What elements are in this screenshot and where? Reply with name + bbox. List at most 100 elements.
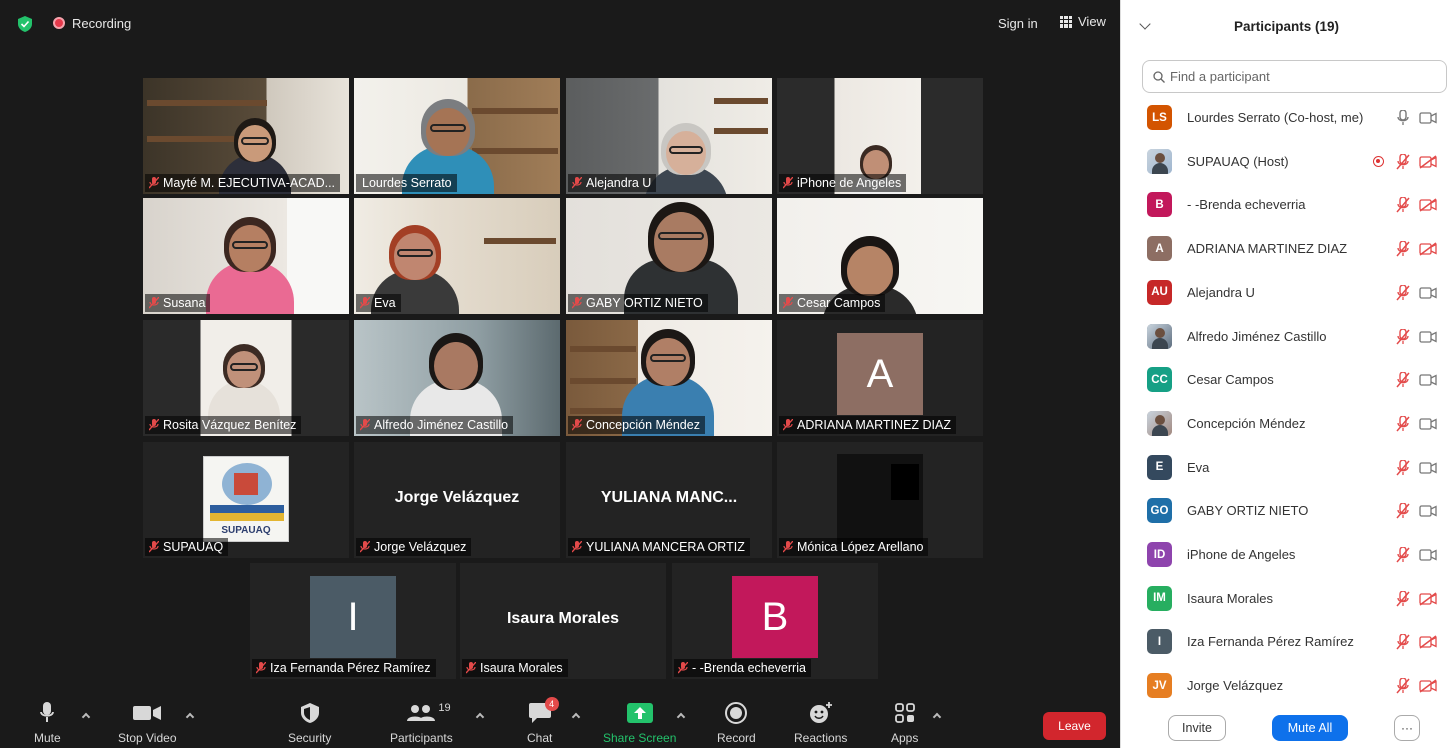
video-off-icon[interactable]	[1419, 635, 1437, 649]
participant-row[interactable]: Concepción Méndez	[1121, 402, 1452, 446]
participant-avatar: ID	[1147, 542, 1172, 567]
mute-all-button[interactable]: Mute All	[1272, 715, 1348, 741]
video-camera-icon[interactable]	[1419, 373, 1437, 387]
participant-row[interactable]: IM Isaura Morales	[1121, 577, 1452, 621]
more-options-button[interactable]: ···	[1394, 715, 1420, 741]
video-tile[interactable]: GABY ORTIZ NIETO	[566, 198, 772, 314]
video-tile[interactable]: Jorge Velázquez Jorge Velázquez	[354, 442, 560, 558]
video-tile[interactable]: B - -Brenda echeverria	[672, 563, 878, 679]
participant-row[interactable]: JV Jorge Velázquez	[1121, 664, 1452, 708]
video-tile[interactable]: Cesar Campos	[777, 198, 983, 314]
chat-options-chevron-icon[interactable]	[571, 712, 581, 722]
share-options-chevron-icon[interactable]	[676, 712, 686, 722]
video-camera-icon[interactable]	[1419, 417, 1437, 431]
video-tile[interactable]: Susana	[143, 198, 349, 314]
video-off-icon[interactable]	[1419, 679, 1437, 693]
security-button[interactable]: Security	[288, 700, 331, 745]
participants-button[interactable]: 19 Participants	[390, 700, 453, 745]
encryption-shield-icon[interactable]	[18, 16, 32, 32]
muted-mic-icon	[783, 419, 793, 431]
mute-button[interactable]: Mute	[34, 700, 61, 745]
participant-row[interactable]: E Eva	[1121, 446, 1452, 490]
participant-row[interactable]: AU Alejandra U	[1121, 271, 1452, 315]
participant-row[interactable]: SUPAUAQ (Host)	[1121, 140, 1452, 184]
video-tile[interactable]: Mónica López Arellano	[777, 442, 983, 558]
muted-mic-icon[interactable]	[1396, 547, 1410, 563]
muted-mic-icon[interactable]	[1396, 459, 1410, 476]
video-camera-icon[interactable]	[1419, 461, 1437, 475]
participant-name: Concepción Méndez	[1187, 415, 1306, 431]
video-tile[interactable]: I Iza Fernanda Pérez Ramírez	[250, 563, 456, 679]
muted-mic-icon[interactable]	[1396, 153, 1410, 170]
video-off-icon[interactable]	[1419, 198, 1437, 212]
video-tile[interactable]: SUPAUAQ SUPAUAQ	[143, 442, 349, 558]
participant-row[interactable]: ID iPhone de Angeles	[1121, 533, 1452, 577]
video-tile[interactable]: Concepción Méndez	[566, 320, 772, 436]
sign-in-link[interactable]: Sign in	[998, 16, 1038, 31]
video-off-icon[interactable]	[1419, 155, 1437, 169]
video-tile[interactable]: Eva	[354, 198, 560, 314]
video-tile[interactable]: Lourdes Serrato	[354, 78, 560, 194]
muted-mic-icon[interactable]	[1396, 197, 1410, 213]
participant-row[interactable]: Alfredo Jiménez Castillo	[1121, 315, 1452, 359]
muted-mic-icon[interactable]	[1396, 328, 1410, 345]
invite-button[interactable]: Invite	[1168, 715, 1226, 741]
muted-mic-icon	[572, 541, 582, 553]
video-tile[interactable]: iPhone de Angeles	[777, 78, 983, 194]
participant-row[interactable]: I Iza Fernanda Pérez Ramírez	[1121, 620, 1452, 664]
muted-mic-icon[interactable]	[1396, 678, 1410, 694]
muted-mic-icon[interactable]	[1396, 284, 1410, 301]
participant-name: ADRIANA MARTINEZ DIAZ	[797, 418, 951, 432]
participant-avatar: B	[732, 576, 818, 658]
video-off-icon[interactable]	[1419, 242, 1437, 256]
video-tile[interactable]: A ADRIANA MARTINEZ DIAZ	[777, 320, 983, 436]
tile-display-name: Jorge Velázquez	[394, 489, 520, 506]
video-camera-icon[interactable]	[1419, 111, 1437, 125]
reactions-button[interactable]: Reactions	[794, 700, 847, 745]
video-camera-icon[interactable]	[1419, 548, 1437, 562]
view-button[interactable]: View	[1060, 14, 1106, 29]
muted-mic-icon[interactable]	[1396, 503, 1410, 519]
audio-options-chevron-icon[interactable]	[81, 712, 91, 722]
microphone-icon[interactable]	[1396, 110, 1410, 126]
muted-mic-icon[interactable]	[1396, 590, 1410, 607]
share-screen-button[interactable]: Share Screen	[603, 700, 676, 745]
muted-mic-icon[interactable]	[1396, 634, 1410, 650]
participant-row[interactable]: B - -Brenda echeverria	[1121, 183, 1452, 227]
video-tile[interactable]: Alejandra U	[566, 78, 772, 194]
recording-indicator-icon	[53, 17, 65, 29]
leave-button[interactable]: Leave	[1043, 712, 1106, 740]
meeting-top-bar: Recording Sign in View	[0, 0, 1120, 46]
apps-button[interactable]: Apps	[891, 700, 918, 745]
muted-mic-icon[interactable]	[1396, 415, 1410, 432]
participant-search-input[interactable]	[1170, 69, 1440, 84]
participants-options-chevron-icon[interactable]	[475, 712, 485, 722]
chat-button[interactable]: 4 Chat	[527, 697, 559, 745]
muted-mic-icon	[783, 177, 793, 189]
record-button[interactable]: Record	[717, 700, 756, 745]
video-tile[interactable]: YULIANA MANC... YULIANA MANCERA ORTIZ	[566, 442, 772, 558]
chat-label: Chat	[527, 731, 553, 745]
muted-mic-icon[interactable]	[1396, 372, 1410, 388]
participant-row[interactable]: GO GABY ORTIZ NIETO	[1121, 489, 1452, 533]
video-tile[interactable]: Rosita Vázquez Benítez	[143, 320, 349, 436]
video-camera-icon	[133, 706, 162, 720]
video-camera-icon[interactable]	[1419, 286, 1437, 300]
video-camera-icon[interactable]	[1419, 330, 1437, 344]
participant-name-tag: - -Brenda echeverria	[674, 659, 811, 677]
apps-options-chevron-icon[interactable]	[932, 712, 942, 722]
video-tile[interactable]: Alfredo Jiménez Castillo	[354, 320, 560, 436]
stop-video-button[interactable]: Stop Video	[118, 700, 177, 745]
video-tile[interactable]: Isaura Morales Isaura Morales	[460, 563, 666, 679]
video-off-icon[interactable]	[1419, 592, 1437, 606]
participant-row[interactable]: CC Cesar Campos	[1121, 358, 1452, 402]
reactions-label: Reactions	[794, 731, 848, 745]
participant-row[interactable]: A ADRIANA MARTINEZ DIAZ	[1121, 227, 1452, 271]
participant-search-box[interactable]	[1142, 60, 1447, 93]
participant-avatar	[1147, 323, 1172, 349]
video-options-chevron-icon[interactable]	[185, 712, 195, 722]
video-tile[interactable]: Mayté M. EJECUTIVA-ACAD...	[143, 78, 349, 194]
video-camera-icon[interactable]	[1419, 504, 1437, 518]
participant-row[interactable]: LS Lourdes Serrato (Co-host, me)	[1121, 96, 1452, 140]
muted-mic-icon[interactable]	[1396, 241, 1410, 257]
